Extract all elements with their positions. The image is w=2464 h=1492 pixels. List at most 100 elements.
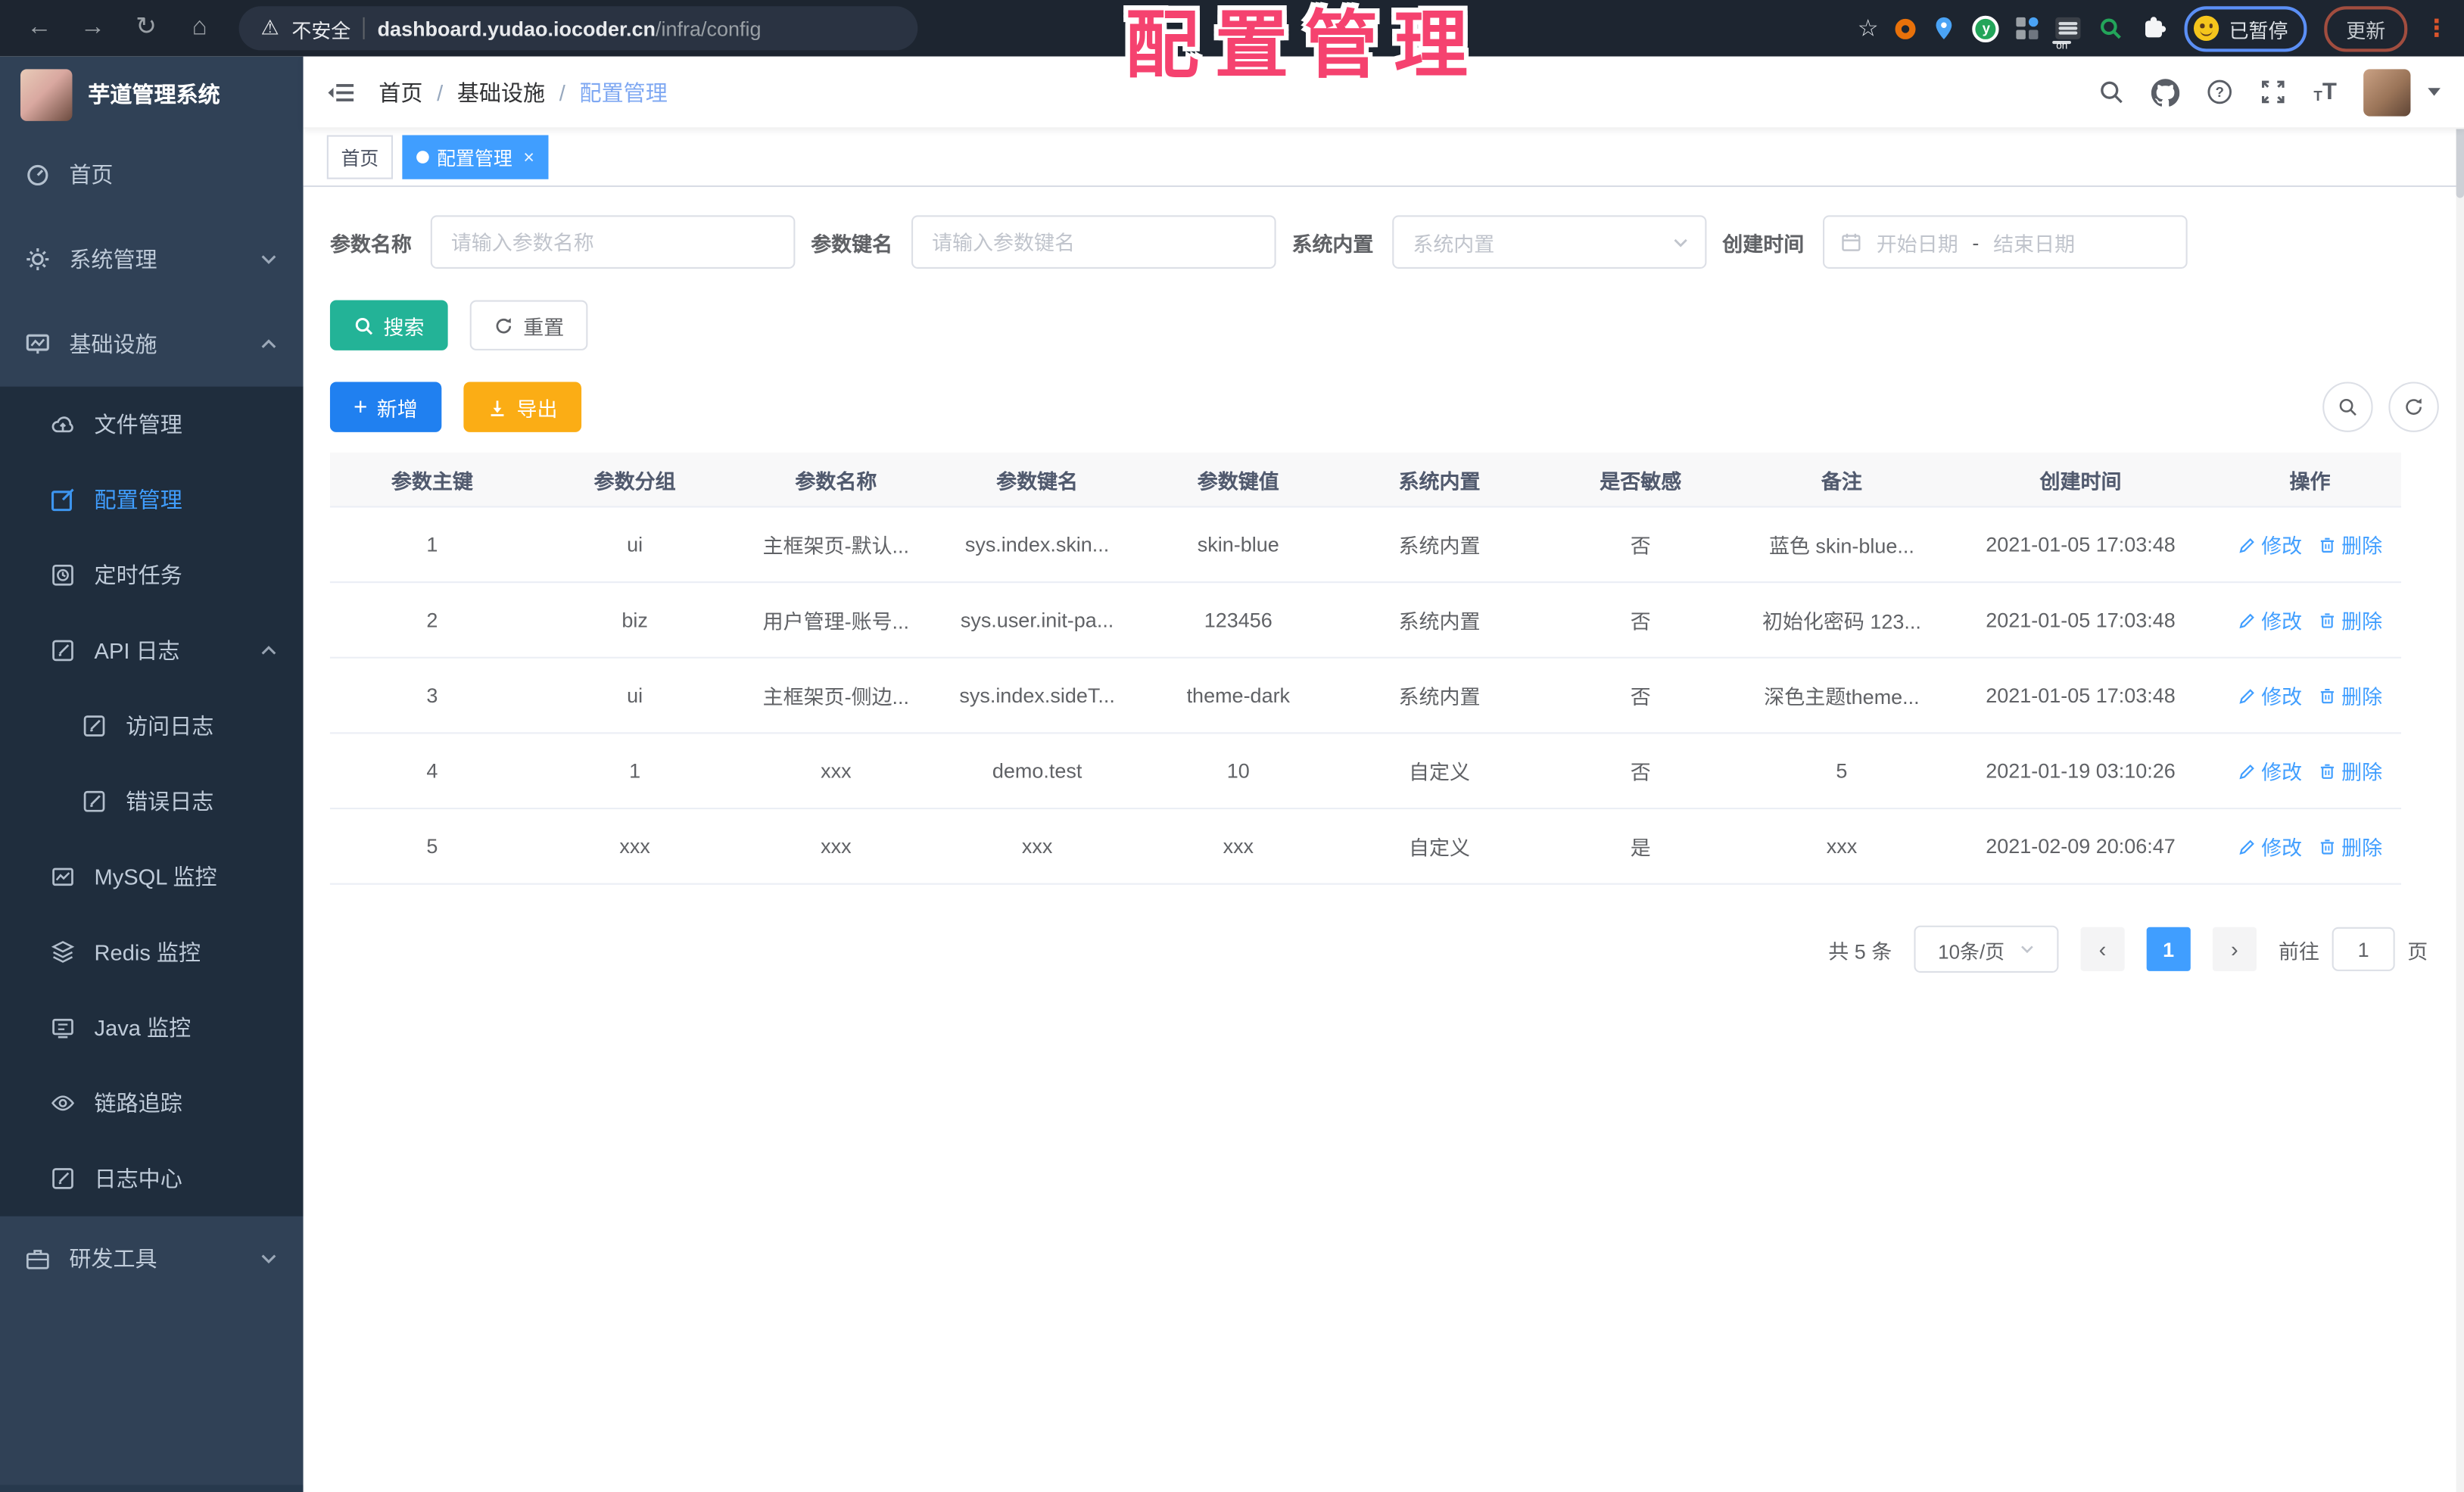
app-logo-row[interactable]: 芋道管理系统: [0, 57, 304, 132]
sidebar-item-home[interactable]: 首页: [0, 132, 304, 216]
breadcrumb-infrastructure[interactable]: 基础设施: [457, 76, 545, 108]
extension-magnifier-icon[interactable]: [2098, 16, 2123, 41]
fullscreen-icon[interactable]: [2260, 79, 2287, 105]
search-icon[interactable]: [2098, 79, 2125, 105]
bookmark-star-icon[interactable]: ☆: [1858, 14, 1879, 42]
delete-link[interactable]: 删除: [2318, 756, 2382, 786]
monitor-chart-icon: [26, 334, 49, 354]
refresh-table-button[interactable]: [2388, 382, 2439, 432]
extension-grid-icon[interactable]: [2017, 17, 2039, 39]
param-name-input[interactable]: [430, 215, 796, 269]
edit-icon: [2239, 612, 2254, 628]
sidebar-item-trace[interactable]: 链路追踪: [0, 1065, 304, 1141]
prev-page-button[interactable]: ‹: [2080, 927, 2125, 971]
reset-button[interactable]: 重置: [469, 300, 588, 350]
table-row: 2 biz 用户管理-账号... sys.user.init-pa... 123…: [329, 583, 2401, 659]
extension-y-icon[interactable]: y: [1973, 14, 2000, 42]
tab-home[interactable]: 首页: [326, 135, 394, 179]
table-row: 5 xxx xxx xxx xxx 自定义 是 xxx 2021-02-09 2…: [329, 809, 2401, 885]
sidebar-item-mysql-monitor[interactable]: MySQL 监控: [0, 839, 304, 915]
browser-extensions-area: ☆ y on 已暂停 更新 ⋮: [1858, 5, 2448, 52]
cell: 是: [1630, 836, 1651, 860]
avatar[interactable]: [2363, 68, 2411, 116]
cell: theme-dark: [1186, 684, 1291, 708]
sidebar-item-config-management[interactable]: 配置管理: [0, 462, 304, 537]
gear-icon: [26, 248, 49, 271]
select-placeholder: 系统内置: [1413, 232, 1495, 256]
sidebar-item-infrastructure[interactable]: 基础设施: [0, 302, 304, 387]
param-key-input[interactable]: [911, 215, 1276, 269]
cell: biz: [621, 608, 648, 632]
edit-link[interactable]: 修改: [2238, 831, 2302, 861]
cloud-upload-icon: [51, 416, 73, 433]
delete-link[interactable]: 删除: [2318, 831, 2382, 861]
sidebar-scrollbar[interactable]: [0, 1484, 304, 1492]
system-builtin-select[interactable]: 系统内置: [1392, 215, 1707, 269]
column-header: 参数分组: [593, 469, 676, 493]
extensions-puzzle-icon[interactable]: [2141, 15, 2167, 42]
sidebar-item-dev-tools[interactable]: 研发工具: [0, 1216, 304, 1301]
delete-link[interactable]: 删除: [2318, 605, 2382, 634]
edit-link[interactable]: 修改: [2238, 530, 2302, 559]
help-icon[interactable]: ?: [2207, 79, 2233, 105]
browser-back-icon[interactable]: ←: [16, 0, 63, 57]
edit-link[interactable]: 修改: [2238, 681, 2302, 710]
sidebar-item-scheduled-tasks[interactable]: 定时任务: [0, 537, 304, 613]
cell: 5: [426, 834, 438, 858]
goto-page-input[interactable]: [2332, 927, 2395, 971]
tab-close-icon[interactable]: ×: [523, 148, 534, 167]
delete-link[interactable]: 删除: [2318, 681, 2382, 710]
edit-link[interactable]: 修改: [2238, 605, 2302, 634]
browser-home-icon[interactable]: ⌂: [176, 0, 223, 57]
layers-icon: [51, 941, 75, 963]
search-button[interactable]: 搜索: [329, 300, 448, 350]
sidebar-item-java-monitor[interactable]: Java 监控: [0, 990, 304, 1066]
filter-param-name: 参数名称: [330, 215, 796, 269]
timer-icon: [52, 564, 73, 586]
java-monitor-icon: [52, 1018, 73, 1039]
cell: 深色主题theme...: [1764, 685, 1920, 709]
update-button[interactable]: 更新: [2324, 5, 2408, 51]
current-page-button[interactable]: 1: [2146, 927, 2191, 971]
sidebar-item-access-log[interactable]: 访问日志: [0, 688, 304, 764]
extension-on-icon[interactable]: on: [2053, 17, 2082, 52]
page-scrollbar[interactable]: [2456, 56, 2464, 1492]
cell: 1: [629, 758, 641, 783]
profile-paused-chip[interactable]: 已暂停: [2185, 5, 2307, 51]
date-range-picker[interactable]: 开始日期 - 结束日期: [1823, 215, 2188, 269]
collapse-sidebar-icon[interactable]: [327, 79, 355, 104]
extension-orange-ring-icon[interactable]: [1896, 17, 1917, 39]
next-page-button[interactable]: ›: [2212, 927, 2257, 971]
export-button[interactable]: 导出: [463, 382, 581, 432]
user-dropdown-caret-icon[interactable]: [2428, 88, 2441, 96]
sidebar-submenu-infrastructure: 文件管理 配置管理 定时任务 API 日志 访问日志 错误日志 MySQL 监控…: [0, 386, 304, 1216]
page-size-select[interactable]: 10条/页: [1914, 925, 2059, 973]
font-size-icon[interactable]: TT: [2313, 80, 2336, 104]
table-row: 4 1 xxx demo.test 10 自定义 否 5 2021-01-19 …: [329, 734, 2401, 810]
sidebar-item-label: 链路追踪: [94, 1090, 182, 1116]
sidebar-item-log-center[interactable]: 日志中心: [0, 1141, 304, 1216]
add-button[interactable]: + 新增: [329, 382, 441, 432]
breadcrumb: 首页 / 基础设施 / 配置管理: [378, 76, 668, 108]
doc-edit-icon: [52, 1168, 73, 1189]
edit-link[interactable]: 修改: [2238, 756, 2302, 786]
breadcrumb-home[interactable]: 首页: [378, 76, 422, 108]
address-bar[interactable]: ⚠ 不安全 dashboard.yudao.iocoder.cn/infra/c…: [238, 6, 918, 51]
cell: xxx: [1021, 834, 1053, 858]
column-header: 参数名称: [795, 469, 877, 493]
sidebar-item-api-log[interactable]: API 日志: [0, 613, 304, 689]
github-icon[interactable]: [2151, 78, 2180, 106]
browser-forward-icon[interactable]: →: [69, 0, 116, 57]
delete-link[interactable]: 删除: [2318, 530, 2382, 559]
sidebar-item-error-log[interactable]: 错误日志: [0, 764, 304, 839]
tab-config-management[interactable]: 配置管理 ×: [402, 135, 549, 179]
toggle-search-button[interactable]: [2322, 382, 2373, 432]
browser-reload-icon[interactable]: ↻: [123, 0, 170, 57]
cell: sys.index.sideT...: [959, 684, 1115, 708]
browser-menu-icon[interactable]: ⋮: [2425, 14, 2448, 42]
sidebar-item-system[interactable]: 系统管理: [0, 216, 304, 301]
sidebar-item-file-management[interactable]: 文件管理: [0, 387, 304, 463]
extension-pin-icon[interactable]: [1933, 16, 1955, 41]
sidebar-item-redis-monitor[interactable]: Redis 监控: [0, 914, 304, 990]
sidebar-item-label: 首页: [69, 161, 114, 188]
